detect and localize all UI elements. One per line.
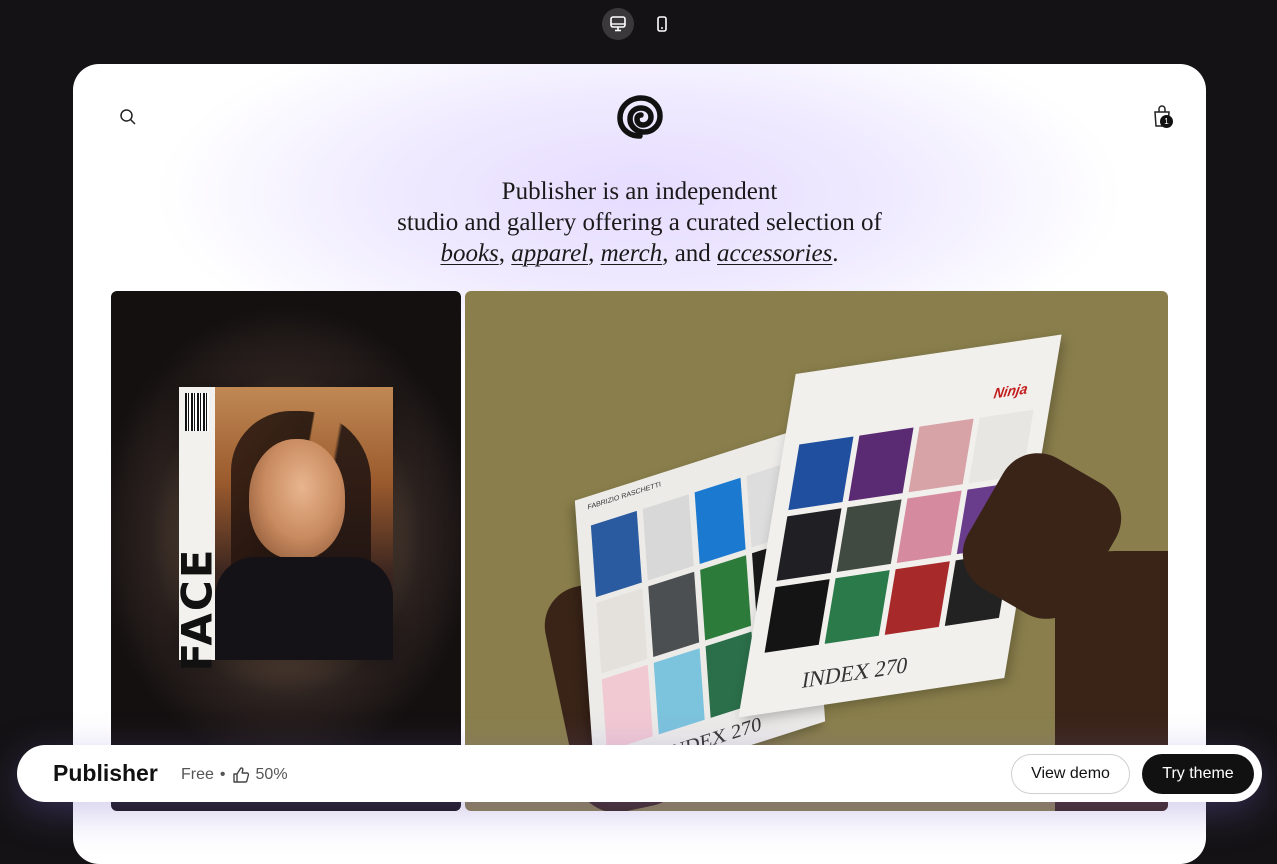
book-ninja-text: Ninja xyxy=(992,379,1030,402)
try-theme-button[interactable]: Try theme xyxy=(1142,754,1254,794)
thumbs-up-icon xyxy=(232,767,249,783)
search-icon[interactable] xyxy=(119,108,137,126)
separator: , xyxy=(588,240,601,267)
portrait-jacket xyxy=(215,557,393,660)
theme-rating: 50% xyxy=(255,766,288,783)
spiral-logo[interactable] xyxy=(614,92,666,144)
hero-line-1: Publisher is an independent xyxy=(501,178,778,205)
magazine-title: FACE xyxy=(172,547,222,672)
link-merch[interactable]: merch xyxy=(601,240,663,267)
theme-meta: Free • 50% xyxy=(181,766,288,784)
bullet-separator: • xyxy=(219,766,226,783)
link-books[interactable]: books xyxy=(440,240,498,267)
book-index-right: INDEX 270 xyxy=(800,651,910,694)
theme-action-bar: Publisher Free • 50% View demo Try theme xyxy=(17,745,1262,802)
mobile-view-button[interactable] xyxy=(646,8,678,40)
period: . xyxy=(832,240,839,267)
desktop-view-button[interactable] xyxy=(602,8,634,40)
view-demo-button[interactable]: View demo xyxy=(1011,754,1130,794)
portrait-face xyxy=(249,439,345,559)
hero-line-2: studio and gallery offering a curated se… xyxy=(397,209,882,236)
theme-name: Publisher xyxy=(53,760,158,786)
hero-line-3: books, apparel, merch, and accessories. xyxy=(73,238,1206,269)
hero-intro: Publisher is an independent studio and g… xyxy=(73,176,1206,269)
store-header: 1 xyxy=(73,92,1206,142)
device-toggle xyxy=(602,8,678,40)
magazine-cover: FACE xyxy=(173,387,393,672)
theme-preview: 1 Publisher is an independent studio and… xyxy=(73,64,1206,864)
theme-price: Free xyxy=(181,766,214,783)
cart-count-badge: 1 xyxy=(1160,115,1173,128)
barcode xyxy=(185,393,209,431)
product-image-book[interactable]: FABRIZIO RASCHETTI INDEX 270 Ninja INDEX… xyxy=(465,291,1168,811)
link-apparel[interactable]: apparel xyxy=(511,240,588,267)
desktop-icon xyxy=(610,16,626,32)
product-image-magazine[interactable]: FACE xyxy=(111,291,461,811)
separator: , and xyxy=(662,240,718,267)
link-accessories[interactable]: accessories xyxy=(717,240,832,267)
separator: , xyxy=(498,240,512,267)
mobile-icon xyxy=(657,16,667,32)
